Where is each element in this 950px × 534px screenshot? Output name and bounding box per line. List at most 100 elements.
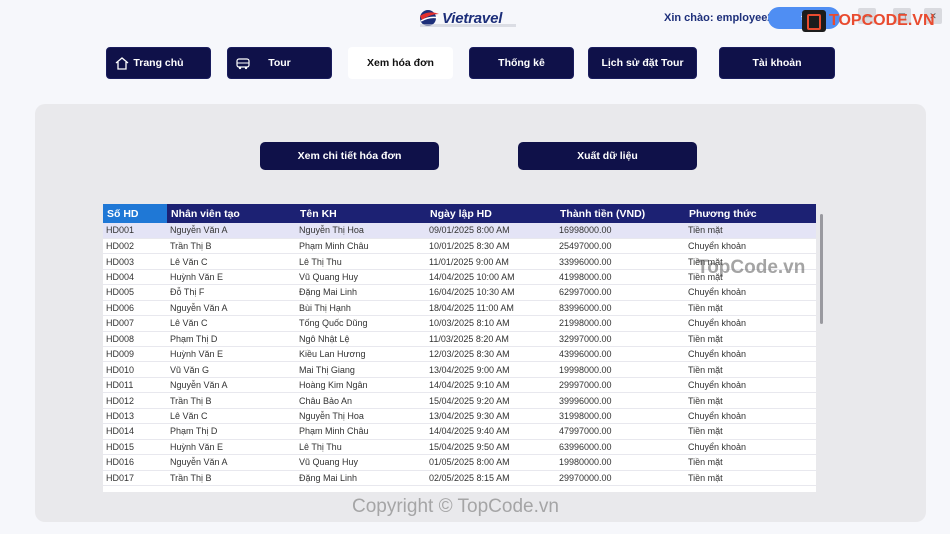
table-cell: HD012 (103, 392, 167, 409)
table-cell: HD006 (103, 300, 167, 317)
table-cell: Bùi Thị Hạnh (296, 300, 426, 317)
topcode-watermark: TOPCODE.VN (802, 10, 935, 32)
table-cell: 15/04/2025 9:50 AM (426, 439, 556, 456)
table-cell: HD013 (103, 408, 167, 425)
table-row[interactable]: HD011 Nguyễn Văn A Hoàng Kim Ngân 14/04/202… (103, 377, 816, 394)
nav-trang-chu[interactable]: Trang chủ (106, 47, 211, 79)
table-cell: Ngô Nhật Lệ (296, 331, 426, 348)
table-row[interactable]: HD014 Phạm Thị D Phạm Minh Châu 14/04/2025 … (103, 423, 816, 440)
logo-tagline (420, 24, 516, 27)
table-cell: 19980000.00 (556, 454, 685, 471)
table-cell: Tiền mặt (685, 331, 816, 348)
table-cell: Đỗ Thị F (167, 284, 296, 301)
table-cell: 09/01/2025 8:00 AM (426, 223, 556, 239)
table-cell: HD016 (103, 454, 167, 471)
table-row[interactable]: HD012 Trần Thị B Châu Bảo An 15/04/2025 9:2… (103, 392, 816, 409)
table-row[interactable]: HD008 Phạm Thị D Ngô Nhật Lệ 11/03/2025 8:2… (103, 331, 816, 348)
export-data-button[interactable]: Xuất dữ liệu (518, 142, 697, 170)
table-cell: 01/05/2025 8:00 AM (426, 454, 556, 471)
table-cell: Vũ Quang Huy (296, 269, 426, 286)
column-header[interactable]: Thành tiền (VND) (556, 204, 685, 223)
nav-tai-khoan[interactable]: Tài khoản (719, 47, 835, 79)
column-header[interactable]: Tên KH (296, 204, 426, 223)
table-row[interactable]: HD016 Nguyễn Văn A Vũ Quang Huy 01/05/2025 … (103, 454, 816, 471)
column-header[interactable]: Số HD (103, 204, 167, 223)
table-cell: HD008 (103, 331, 167, 348)
table-cell: Tiền mặt (685, 454, 816, 471)
table-cell: Nguyễn Văn A (167, 223, 296, 239)
table-cell: Chuyển khoản (685, 408, 816, 425)
nav-label: Lịch sử đặt Tour (601, 57, 684, 69)
table-cell: HD014 (103, 423, 167, 440)
table-cell: Tiền mặt (685, 423, 816, 440)
nav-thong-ke[interactable]: Thống kê (469, 47, 574, 79)
table-row[interactable]: HD013 Lê Văn C Nguyễn Thị Hoa 13/04/2025 9:… (103, 408, 816, 425)
table-cell: Nguyễn Văn A (167, 377, 296, 394)
table-row[interactable]: HD007 Lê Văn C Tống Quốc Dũng 10/03/2025 8:… (103, 315, 816, 332)
table-row[interactable]: HD017 Trần Thị B Đặng Mai Linh 02/05/2025 8… (103, 470, 816, 486)
table-cell: Huỳnh Văn E (167, 269, 296, 286)
nav-label: Xem hóa đơn (367, 57, 434, 69)
table-cell: 43996000.00 (556, 346, 685, 363)
table-cell: HD002 (103, 238, 167, 255)
table-cell: 21998000.00 (556, 315, 685, 332)
table-cell: 29970000.00 (556, 470, 685, 486)
table-cell: HD004 (103, 269, 167, 286)
table-cell: Nguyễn Văn A (167, 454, 296, 471)
nav-xem-hoa-don[interactable]: Xem hóa đơn (348, 47, 453, 79)
table-row[interactable]: HD005 Đỗ Thị F Đặng Mai Linh 16/04/2025 10:… (103, 284, 816, 301)
table-cell: Kiều Lan Hương (296, 346, 426, 363)
table-cell: 12/03/2025 8:30 AM (426, 346, 556, 363)
nav-tour[interactable]: Tour (227, 47, 332, 79)
table-cell: Hoàng Kim Ngân (296, 377, 426, 394)
table-row[interactable]: HD010 Vũ Văn G Mai Thị Giang 13/04/2025 9:0… (103, 361, 816, 378)
table-cell: 14/04/2025 10:00 AM (426, 269, 556, 286)
table-cell: Phạm Thị D (167, 331, 296, 348)
table-cell: Trần Thị B (167, 470, 296, 486)
table-cell: Tiền mặt (685, 470, 816, 486)
table-cell: HD011 (103, 377, 167, 394)
table-cell: Mai Thị Giang (296, 361, 426, 378)
table-cell: Nguyễn Thị Hoa (296, 408, 426, 425)
copyright-watermark: Copyright © TopCode.vn (352, 496, 559, 517)
table-cell: 33996000.00 (556, 253, 685, 270)
table-cell: 63996000.00 (556, 439, 685, 456)
topcode-logo-icon (802, 10, 826, 32)
table-cell: 18/04/2025 11:00 AM (426, 300, 556, 317)
topcode-watermark-text: TOPCODE.VN (829, 12, 935, 29)
view-invoice-detail-button[interactable]: Xem chi tiết hóa đơn (260, 142, 439, 170)
table-cell: Vũ Quang Huy (296, 454, 426, 471)
table-cell: Nguyễn Văn A (167, 300, 296, 317)
table-cell: Phạm Minh Châu (296, 423, 426, 440)
table-row[interactable]: HD009 Huỳnh Văn E Kiều Lan Hương 12/03/2025… (103, 346, 816, 363)
column-header[interactable]: Nhân viên tạo (167, 204, 296, 223)
table-row[interactable]: HD001 Nguyễn Văn A Nguyễn Thị Hoa 09/01/202… (103, 223, 816, 239)
table-cell: 39996000.00 (556, 392, 685, 409)
table-cell: 19998000.00 (556, 361, 685, 378)
table-cell: HD017 (103, 470, 167, 486)
table-cell: 13/04/2025 9:00 AM (426, 361, 556, 378)
table-cell: HD001 (103, 223, 167, 239)
nav-label: Tài khoản (752, 57, 802, 69)
table-cell: 83996000.00 (556, 300, 685, 317)
table-cell: Tiền mặt (685, 300, 816, 317)
table-cell: Lê Thị Thu (296, 253, 426, 270)
table-cell: 10/03/2025 8:10 AM (426, 315, 556, 332)
table-cell: 10/01/2025 8:30 AM (426, 238, 556, 255)
greeting-text: Xin chào: employee2 (664, 12, 774, 24)
table-cell: Phạm Thị D (167, 423, 296, 440)
table-row[interactable]: HD015 Huỳnh Văn E Lê Thị Thu 15/04/2025 9:5… (103, 439, 816, 456)
table-cell: Lê Văn C (167, 408, 296, 425)
table-cell: 41998000.00 (556, 269, 685, 286)
table-row[interactable]: HD006 Nguyễn Văn A Bùi Thị Hạnh 18/04/2025 … (103, 300, 816, 317)
nav-lich-su-dat-tour[interactable]: Lịch sử đặt Tour (588, 47, 697, 79)
column-header[interactable]: Ngày lập HD (426, 204, 556, 223)
column-header[interactable]: Phương thức (685, 204, 816, 223)
table-cell: 25497000.00 (556, 238, 685, 255)
table-cell: Tiền mặt (685, 223, 816, 239)
table-row[interactable]: HD002 Trần Thị B Phạm Minh Châu 10/01/2025 … (103, 238, 816, 255)
app-window: Vietravel Xin chào: employee2 Đăng — ▢ ✕… (0, 0, 950, 534)
table-scrollbar[interactable] (820, 214, 823, 324)
table-cell: Đặng Mai Linh (296, 470, 426, 486)
topcode-watermark-middle: TopCode.vn (697, 257, 806, 278)
